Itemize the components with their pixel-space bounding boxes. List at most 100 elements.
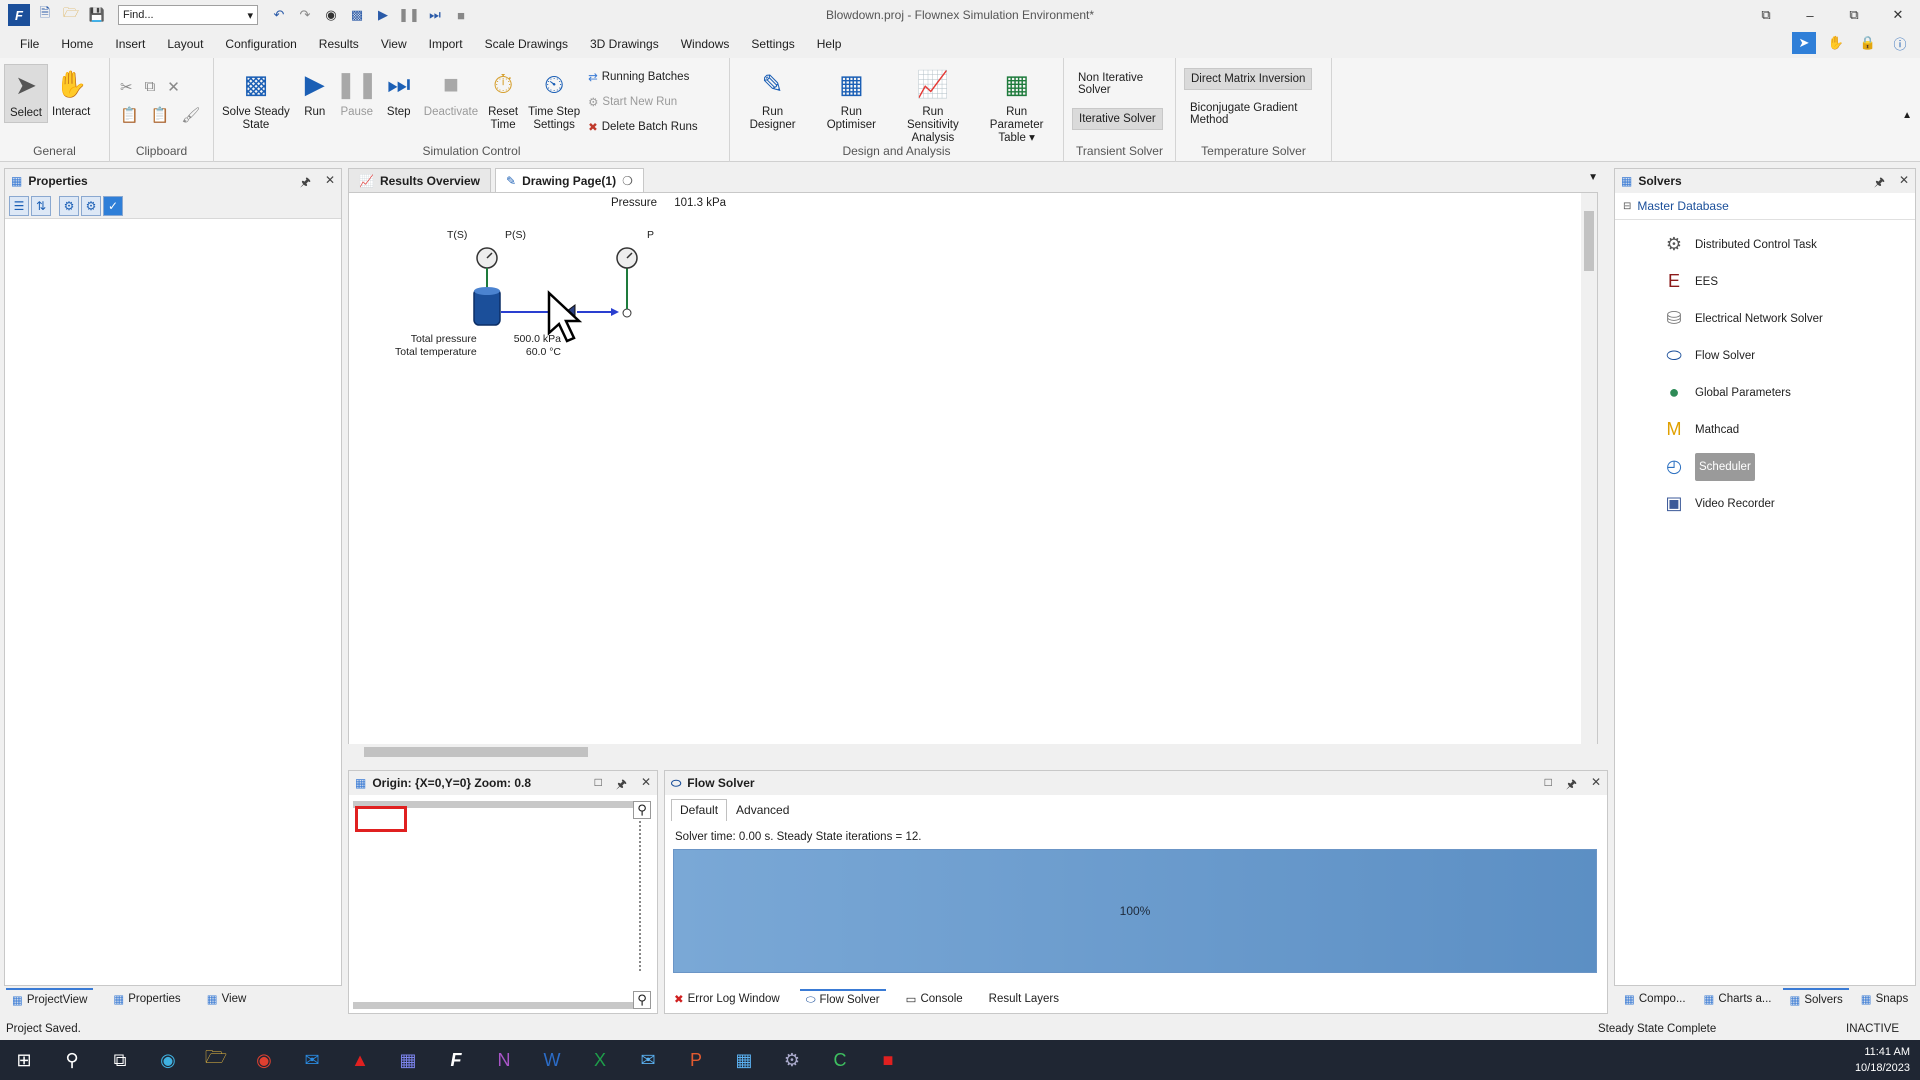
recorder-icon[interactable]: ■ (864, 1040, 912, 1080)
edge-browser-icon[interactable]: ◉ (144, 1040, 192, 1080)
menu-insert[interactable]: Insert (105, 37, 157, 51)
copy-icon[interactable]: ⧉ (145, 78, 156, 96)
lock-icon[interactable]: 🔒 (1856, 32, 1880, 54)
redo-icon[interactable]: ↷ (294, 4, 316, 26)
restore-layout-icon[interactable]: ⧉ (1744, 0, 1788, 30)
pin-icon[interactable]: 🖈 (616, 775, 627, 796)
solve-steady-state-button[interactable]: ▩ Solve Steady State (218, 64, 294, 134)
menu-windows[interactable]: Windows (671, 37, 742, 51)
non-iterative-solver-button[interactable]: Non Iterative Solver (1072, 68, 1167, 100)
system-clock[interactable]: 11:41 AM 10/18/2023 (1855, 1044, 1910, 1076)
close-icon[interactable]: ✕ (1591, 775, 1601, 796)
word-icon[interactable]: W (528, 1040, 576, 1080)
close-icon[interactable]: ✕ (325, 173, 335, 194)
pointer-mode-icon[interactable]: ➤ (1792, 32, 1816, 54)
calendar-icon[interactable]: ▦ (720, 1040, 768, 1080)
menu-file[interactable]: File (10, 37, 51, 51)
menu-3d-drawings[interactable]: 3D Drawings (580, 37, 671, 51)
solver-item[interactable]: ● Global Parameters (1615, 374, 1915, 411)
teams-icon[interactable]: ▦ (384, 1040, 432, 1080)
run-button[interactable]: ▶ Run (294, 64, 336, 121)
solver-item[interactable]: E EES (1615, 263, 1915, 300)
solver-item[interactable]: ⚙ Distributed Control Task (1615, 226, 1915, 263)
pause-button[interactable]: ❚❚ Pause (335, 64, 379, 121)
time-step-settings-button[interactable]: ⏲ Time Step Settings (524, 64, 584, 134)
tab-solvers[interactable]: ▦ Solvers (1783, 988, 1849, 1010)
select-button[interactable]: ➤ Select (4, 64, 48, 123)
viewport-rectangle[interactable] (355, 806, 407, 832)
close-button[interactable]: ✕ (1876, 0, 1920, 30)
run-icon[interactable]: ▶ (372, 4, 394, 26)
solver-item[interactable]: ▣ Video Recorder (1615, 485, 1915, 522)
menu-settings[interactable]: Settings (741, 37, 806, 51)
save-icon[interactable]: 💾 (86, 4, 108, 26)
solver-item[interactable]: ⬭ Flow Solver (1615, 337, 1915, 374)
pin-icon[interactable]: 🖈 (300, 173, 311, 194)
categorized-icon[interactable]: ☰ (9, 195, 29, 216)
settings-icon[interactable]: ⚙ (81, 195, 101, 216)
apply-icon[interactable]: ✓ (103, 195, 123, 216)
delete-batch-runs-button[interactable]: ✖ Delete Batch Runs (588, 118, 698, 136)
tab-view[interactable]: ▦ View (201, 989, 253, 1009)
acrobat-icon[interactable]: ▲ (336, 1040, 384, 1080)
hand-mode-icon[interactable]: ✋ (1824, 32, 1848, 54)
tab-properties[interactable]: ▦ Properties (107, 989, 186, 1009)
menu-scale-drawings[interactable]: Scale Drawings (475, 37, 580, 51)
stop-icon[interactable]: ■ (450, 4, 472, 26)
solver-item[interactable]: ◴ Scheduler (1615, 448, 1915, 485)
tab-list-chevron-icon[interactable]: ▼ (1588, 172, 1598, 183)
windows-start-icon[interactable]: ⊞ (0, 1040, 48, 1080)
source-gauge-icon[interactable] (476, 247, 498, 269)
close-icon[interactable]: ✕ (641, 775, 651, 796)
close-icon[interactable]: ✕ (1899, 173, 1909, 194)
reservoir-tank-icon[interactable] (473, 287, 501, 326)
run-parameter-table-button[interactable]: ▦ Run Parameter Table ▾ (974, 64, 1059, 147)
menu-home[interactable]: Home (51, 37, 105, 51)
format-painter-icon[interactable]: 🖌 (181, 106, 200, 124)
collapse-icon[interactable]: ⊟ (1623, 201, 1631, 212)
powerpoint-icon[interactable]: P (672, 1040, 720, 1080)
canvas-vertical-scrollbar[interactable] (1581, 193, 1597, 759)
deactivate-button[interactable]: ■ Deactivate (420, 64, 482, 121)
sort-alpha-icon[interactable]: ⇅ (31, 195, 51, 216)
tab-advanced[interactable]: Advanced (727, 799, 798, 821)
binoculars-icon[interactable]: ◉ (320, 4, 342, 26)
delete-icon[interactable]: ✕ (167, 78, 180, 96)
tab-components[interactable]: ▦ Compo... (1618, 989, 1692, 1009)
network-app-icon[interactable]: ⚙ (768, 1040, 816, 1080)
zoom-out-icon[interactable]: ⚲ (633, 991, 651, 1009)
tab-project-view[interactable]: ▦ ProjectView (6, 988, 94, 1010)
menu-layout[interactable]: Layout (157, 37, 215, 51)
flownex-taskbar-icon[interactable]: F (432, 1040, 480, 1080)
solver-item[interactable]: M Mathcad (1615, 411, 1915, 448)
tab-snaps[interactable]: ▦ Snaps (1855, 989, 1914, 1009)
vertical-scroll-thumb[interactable] (1584, 211, 1594, 271)
search-icon[interactable]: ⚲ (48, 1040, 96, 1080)
open-folder-icon[interactable]: 🗁 (60, 4, 82, 26)
drawing-canvas[interactable]: Pressure 101.3 kPa T(S) P(S) P Total pre… (348, 192, 1598, 760)
reset-time-button[interactable]: ⏱ Reset Time (482, 64, 524, 134)
outlet-node-icon[interactable] (622, 308, 632, 318)
file-explorer-icon[interactable]: 🗁 (192, 1040, 240, 1080)
collapse-ribbon-icon[interactable]: ▲ (1902, 110, 1912, 121)
overview-viewport[interactable] (353, 801, 641, 1009)
horizontal-scroll-thumb[interactable] (364, 747, 588, 757)
solve-steady-icon[interactable]: ▩ (346, 4, 368, 26)
running-batches-button[interactable]: ⇄ Running Batches (588, 68, 698, 86)
iterative-solver-button[interactable]: Iterative Solver (1072, 108, 1163, 130)
maximize-icon[interactable]: □ (1545, 775, 1552, 796)
run-designer-button[interactable]: ✎ Run Designer (734, 64, 811, 134)
solver-item[interactable]: ⛁ Electrical Network Solver (1615, 300, 1915, 337)
undo-icon[interactable]: ↶ (268, 4, 290, 26)
outlook-icon[interactable]: ✉ (288, 1040, 336, 1080)
chrome-icon[interactable]: ◉ (240, 1040, 288, 1080)
excel-icon[interactable]: X (576, 1040, 624, 1080)
canvas-horizontal-scrollbar[interactable] (348, 744, 1598, 760)
tab-default[interactable]: Default (671, 799, 728, 821)
tools-icon[interactable]: ⚙ (59, 195, 79, 216)
biconjugate-gradient-button[interactable]: Biconjugate Gradient Method (1184, 98, 1323, 130)
minimize-button[interactable]: – (1788, 0, 1832, 30)
tab-result-layers[interactable]: Result Layers (983, 990, 1065, 1008)
interact-button[interactable]: ✋ Interact (48, 64, 94, 121)
run-optimiser-button[interactable]: ▦ Run Optimiser (811, 64, 891, 134)
